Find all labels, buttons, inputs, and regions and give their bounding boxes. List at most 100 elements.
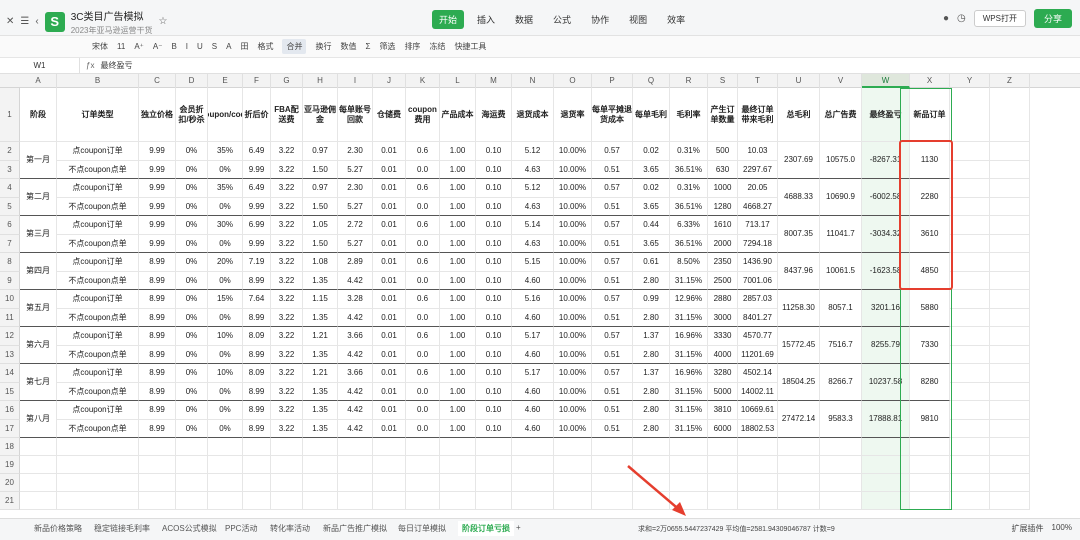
empty-cell[interactable] [554, 456, 592, 474]
menu-item[interactable]: 效率 [660, 10, 692, 29]
empty-cell[interactable] [338, 492, 373, 510]
table-cell[interactable]: 0.51 [592, 271, 633, 290]
column-title[interactable]: 每单毛利 [633, 88, 670, 142]
document-folder[interactable]: 2023年亚马逊运营干货 [71, 25, 153, 36]
table-cell[interactable]: 3000 [708, 308, 738, 327]
table-cell[interactable]: 8.99 [243, 401, 271, 420]
row-header[interactable]: 13 [0, 345, 20, 364]
table-cell[interactable]: 1.35 [303, 382, 338, 401]
table-cell[interactable]: 0% [208, 401, 243, 420]
empty-cell[interactable] [990, 216, 1030, 235]
table-cell[interactable]: 0.57 [592, 364, 633, 383]
table-cell[interactable]: 4.60 [512, 308, 554, 327]
empty-cell[interactable] [303, 438, 338, 456]
toolbar-item[interactable]: 合并 [282, 39, 307, 54]
table-cell[interactable]: 0.31% [670, 142, 708, 161]
table-cell[interactable]: 3.22 [271, 142, 303, 161]
empty-cell[interactable] [512, 456, 554, 474]
total-profit-cell[interactable]: 2307.69 [778, 142, 820, 179]
column-title[interactable]: 亚马逊佣金 [303, 88, 338, 142]
table-cell[interactable]: 3.22 [271, 253, 303, 272]
table-cell[interactable]: 0.6 [406, 364, 440, 383]
empty-cell[interactable] [950, 382, 990, 401]
empty-cell[interactable] [176, 474, 208, 492]
table-cell[interactable]: 0.0 [406, 308, 440, 327]
column-title[interactable]: 产品成本 [440, 88, 476, 142]
table-cell[interactable]: 0% [176, 308, 208, 327]
toolbar-item[interactable]: A⁻ [153, 42, 163, 51]
table-cell[interactable]: 8.99 [139, 345, 176, 364]
table-cell[interactable]: 0.02 [633, 179, 670, 198]
table-cell[interactable]: 0.57 [592, 142, 633, 161]
table-cell[interactable]: 0.10 [476, 216, 512, 235]
table-cell[interactable]: 7294.18 [738, 234, 778, 253]
table-cell[interactable]: 3.65 [633, 234, 670, 253]
row-header[interactable]: 21 [0, 492, 20, 510]
column-header[interactable]: N [512, 74, 554, 88]
empty-cell[interactable] [406, 438, 440, 456]
table-cell[interactable]: 9.99 [243, 197, 271, 216]
new-orders-cell[interactable]: 9810 [910, 401, 950, 438]
table-cell[interactable]: 点coupon订单 [57, 179, 139, 198]
table-cell[interactable]: 1.15 [303, 290, 338, 309]
table-cell[interactable]: 8.99 [139, 401, 176, 420]
table-cell[interactable]: 5.27 [338, 234, 373, 253]
table-cell[interactable]: 0.99 [633, 290, 670, 309]
table-cell[interactable]: 0.57 [592, 253, 633, 272]
row-header[interactable]: 4 [0, 179, 20, 198]
table-cell[interactable]: 630 [708, 160, 738, 179]
row-header[interactable]: 6 [0, 216, 20, 235]
column-title[interactable]: 产生订单数量 [708, 88, 738, 142]
empty-cell[interactable] [338, 456, 373, 474]
column-header[interactable]: W [862, 74, 910, 88]
table-cell[interactable]: 1.05 [303, 216, 338, 235]
table-cell[interactable]: 0.0 [406, 197, 440, 216]
table-cell[interactable]: 1.21 [303, 327, 338, 346]
table-cell[interactable]: 0.57 [592, 290, 633, 309]
table-cell[interactable]: 3.22 [271, 327, 303, 346]
empty-cell[interactable] [208, 474, 243, 492]
table-cell[interactable]: 0% [208, 382, 243, 401]
empty-cell[interactable] [406, 456, 440, 474]
column-title[interactable]: 仓储费 [373, 88, 406, 142]
empty-cell[interactable] [57, 474, 139, 492]
row-header[interactable]: 8 [0, 253, 20, 272]
empty-cell[interactable] [303, 474, 338, 492]
total-ad-cost-cell[interactable]: 7516.7 [820, 327, 862, 364]
column-header[interactable]: Y [950, 74, 990, 88]
table-cell[interactable]: 0.10 [476, 234, 512, 253]
toolbar-item[interactable]: B [171, 42, 176, 51]
table-cell[interactable]: 10.00% [554, 419, 592, 438]
total-ad-cost-cell[interactable]: 8057.1 [820, 290, 862, 327]
empty-cell[interactable] [910, 474, 950, 492]
table-cell[interactable]: 0% [208, 197, 243, 216]
empty-cell[interactable] [910, 492, 950, 510]
empty-cell[interactable] [990, 271, 1030, 290]
column-title[interactable]: 退货成本 [512, 88, 554, 142]
column-header[interactable]: V [820, 74, 862, 88]
toolbar-item[interactable]: 换行 [315, 41, 331, 52]
column-header[interactable]: L [440, 74, 476, 88]
empty-cell[interactable] [271, 492, 303, 510]
table-cell[interactable]: 1.08 [303, 253, 338, 272]
empty-cell[interactable] [208, 492, 243, 510]
table-cell[interactable]: 8.99 [139, 419, 176, 438]
table-cell[interactable]: 2.30 [338, 179, 373, 198]
table-cell[interactable]: 1.37 [633, 327, 670, 346]
total-ad-cost-cell[interactable]: 9583.3 [820, 401, 862, 438]
table-cell[interactable]: 3280 [708, 364, 738, 383]
empty-cell[interactable] [271, 474, 303, 492]
empty-cell[interactable] [950, 364, 990, 383]
table-cell[interactable]: 0% [176, 179, 208, 198]
empty-cell[interactable] [990, 364, 1030, 383]
table-cell[interactable]: 36.51% [670, 234, 708, 253]
table-cell[interactable]: 3.66 [338, 364, 373, 383]
table-cell[interactable]: 16.96% [670, 327, 708, 346]
table-cell[interactable]: 3.65 [633, 160, 670, 179]
table-cell[interactable]: 2857.03 [738, 290, 778, 309]
table-cell[interactable]: 0.01 [373, 364, 406, 383]
table-cell[interactable]: 3.66 [338, 327, 373, 346]
empty-cell[interactable] [778, 474, 820, 492]
table-cell[interactable]: 12.96% [670, 290, 708, 309]
empty-cell[interactable] [592, 438, 633, 456]
